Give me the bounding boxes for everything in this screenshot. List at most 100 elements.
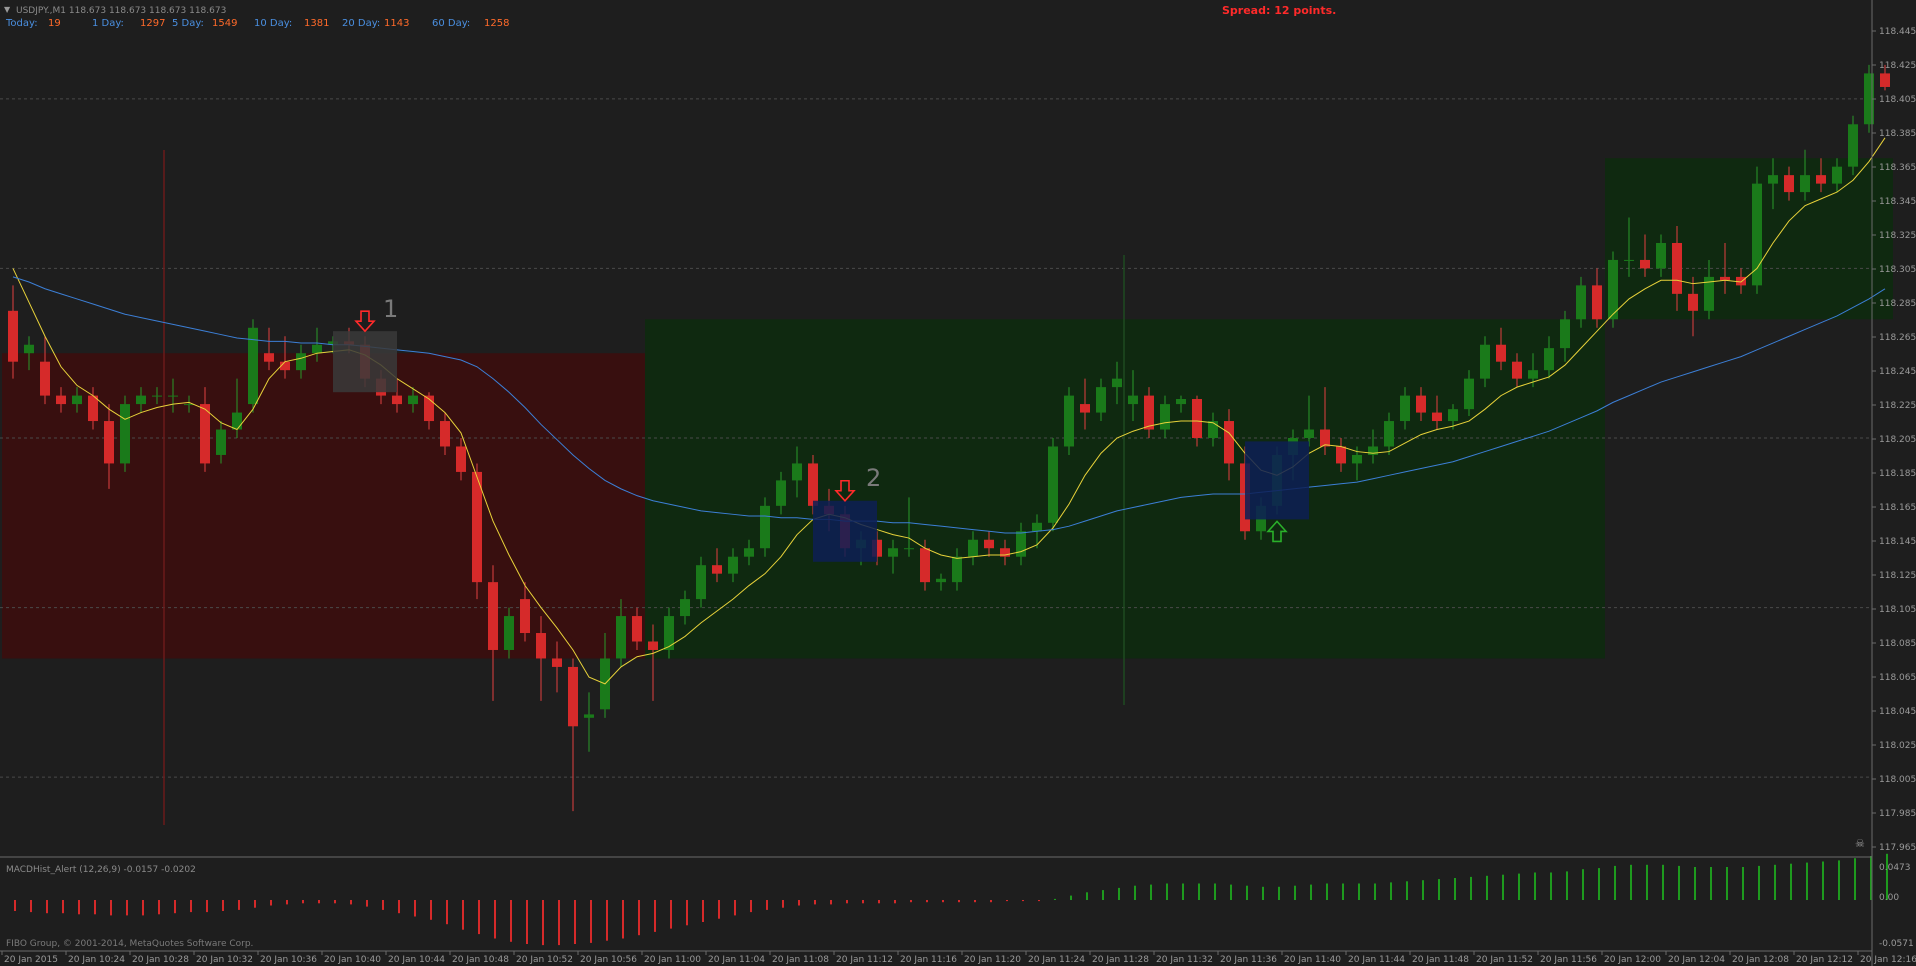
time-tick-label: 20 Jan 11:00 <box>644 955 701 965</box>
candle-body <box>888 548 898 557</box>
spread-text: Spread: 12 points. <box>1222 4 1336 17</box>
signal-box <box>1245 441 1309 520</box>
price-tick-label: 118.345 <box>1879 197 1916 207</box>
candle-body <box>1688 293 1698 311</box>
candle-body <box>1048 446 1058 523</box>
stat-value: 1549 <box>212 18 237 29</box>
candle-body <box>552 658 562 667</box>
candle-body <box>696 565 706 600</box>
candle-body <box>72 395 82 405</box>
candle-body <box>1208 421 1218 438</box>
candle-body <box>920 548 930 583</box>
stat-label: 60 Day: <box>432 18 470 29</box>
candle-body <box>1144 395 1154 430</box>
indicator-title: MACDHist_Alert (12,26,9) -0.0157 -0.0202 <box>6 865 196 875</box>
candle-body <box>1096 387 1106 413</box>
candle-body <box>808 463 818 506</box>
price-tick-label: 118.065 <box>1879 673 1916 683</box>
chart-window[interactable]: 1 2 118.445 118.425 118.405 118.385 118.365 11… <box>0 0 1916 966</box>
price-tick-label: 117.985 <box>1879 809 1916 819</box>
candle <box>1848 115 1858 176</box>
candle-body <box>504 616 514 650</box>
candle-body <box>1784 175 1794 193</box>
macd-tick-label: -0.0571 <box>1879 939 1914 949</box>
candle <box>760 497 770 557</box>
trade-levels-icon[interactable]: ☠ <box>1855 837 1865 850</box>
price-tick-label: 118.285 <box>1879 299 1916 309</box>
candle <box>1048 438 1058 532</box>
price-tick-label: 117.965 <box>1879 843 1916 853</box>
candle-body <box>1336 446 1346 464</box>
candle-body <box>120 404 130 464</box>
stat-value: 1143 <box>384 18 409 29</box>
candle-body <box>232 412 242 430</box>
time-tick-label: 20 Jan 11:16 <box>900 955 957 965</box>
time-tick-label: 20 Jan 2015 <box>4 955 58 965</box>
candle-body <box>1064 395 1074 447</box>
time-tick-label: 20 Jan 11:04 <box>708 955 765 965</box>
candle-body <box>536 633 546 659</box>
candle-body <box>88 395 98 422</box>
time-tick-label: 20 Jan 12:16 <box>1860 955 1916 965</box>
macd-tick-label: 0.00 <box>1879 893 1899 903</box>
candle-body <box>1224 421 1234 464</box>
time-tick-label: 20 Jan 10:48 <box>452 955 509 965</box>
time-tick-label: 20 Jan 10:56 <box>580 955 637 965</box>
candle-body <box>264 353 274 362</box>
price-tick-label: 118.125 <box>1879 571 1916 581</box>
copyright-text: FIBO Group, © 2001-2014, MetaQuotes Soft… <box>6 939 253 949</box>
candle-body <box>1800 175 1810 193</box>
price-tick-label: 118.225 <box>1879 401 1916 411</box>
candle-body <box>584 714 594 718</box>
candle-body <box>312 344 322 354</box>
time-tick-label: 20 Jan 11:20 <box>964 955 1021 965</box>
price-tick-label: 118.425 <box>1879 61 1916 71</box>
candle-body <box>104 421 114 464</box>
signal-box <box>813 500 877 562</box>
price-tick-label: 118.365 <box>1879 163 1916 173</box>
candle-body <box>1176 398 1186 405</box>
candle-body <box>24 344 34 354</box>
price-tick-label: 118.205 <box>1879 435 1916 445</box>
candle-body <box>728 556 738 574</box>
candle-body <box>760 505 770 549</box>
symbol-title: USDJPY.,M1 118.673 118.673 118.673 118.6… <box>16 6 226 16</box>
candle-body <box>984 539 994 549</box>
stat-value: 19 <box>48 18 61 29</box>
price-tick-label: 118.105 <box>1879 605 1916 615</box>
time-tick-label: 20 Jan 11:24 <box>1028 955 1085 965</box>
collapse-icon[interactable]: ▼ <box>4 5 11 14</box>
price-tick-label: 118.145 <box>1879 537 1916 547</box>
time-tick-label: 20 Jan 11:48 <box>1412 955 1469 965</box>
candle <box>1064 387 1074 455</box>
price-tick-label: 118.245 <box>1879 367 1916 377</box>
candle-body <box>1032 522 1042 532</box>
time-tick-label: 20 Jan 10:36 <box>260 955 317 965</box>
candle-body <box>1880 73 1890 87</box>
candle-body <box>968 539 978 557</box>
candle-body <box>456 446 466 472</box>
time-tick-label: 20 Jan 11:08 <box>772 955 829 965</box>
stat-label: 5 Day: <box>172 18 204 29</box>
price-tick-label: 118.405 <box>1879 95 1916 105</box>
candle-body <box>1128 395 1138 405</box>
candle-body <box>1080 404 1090 413</box>
candle-body <box>200 404 210 464</box>
signal-label-1: 1 <box>383 295 398 323</box>
candle <box>1608 251 1618 328</box>
time-tick-label: 20 Jan 10:52 <box>516 955 573 965</box>
candle-body <box>1592 285 1602 320</box>
candle-body <box>472 471 482 583</box>
candle-body <box>1720 276 1730 281</box>
candle-body <box>1576 285 1586 320</box>
candle <box>472 463 482 600</box>
candle-body <box>744 548 754 557</box>
time-tick-label: 20 Jan 11:40 <box>1284 955 1341 965</box>
stat-value: 1258 <box>484 18 509 29</box>
time-tick-label: 20 Jan 10:24 <box>68 955 125 965</box>
candle-body <box>408 395 418 405</box>
candle-body <box>936 578 946 583</box>
stat-value: 1297 <box>140 18 165 29</box>
candle-body <box>1160 404 1170 430</box>
candle-body <box>1816 175 1826 184</box>
